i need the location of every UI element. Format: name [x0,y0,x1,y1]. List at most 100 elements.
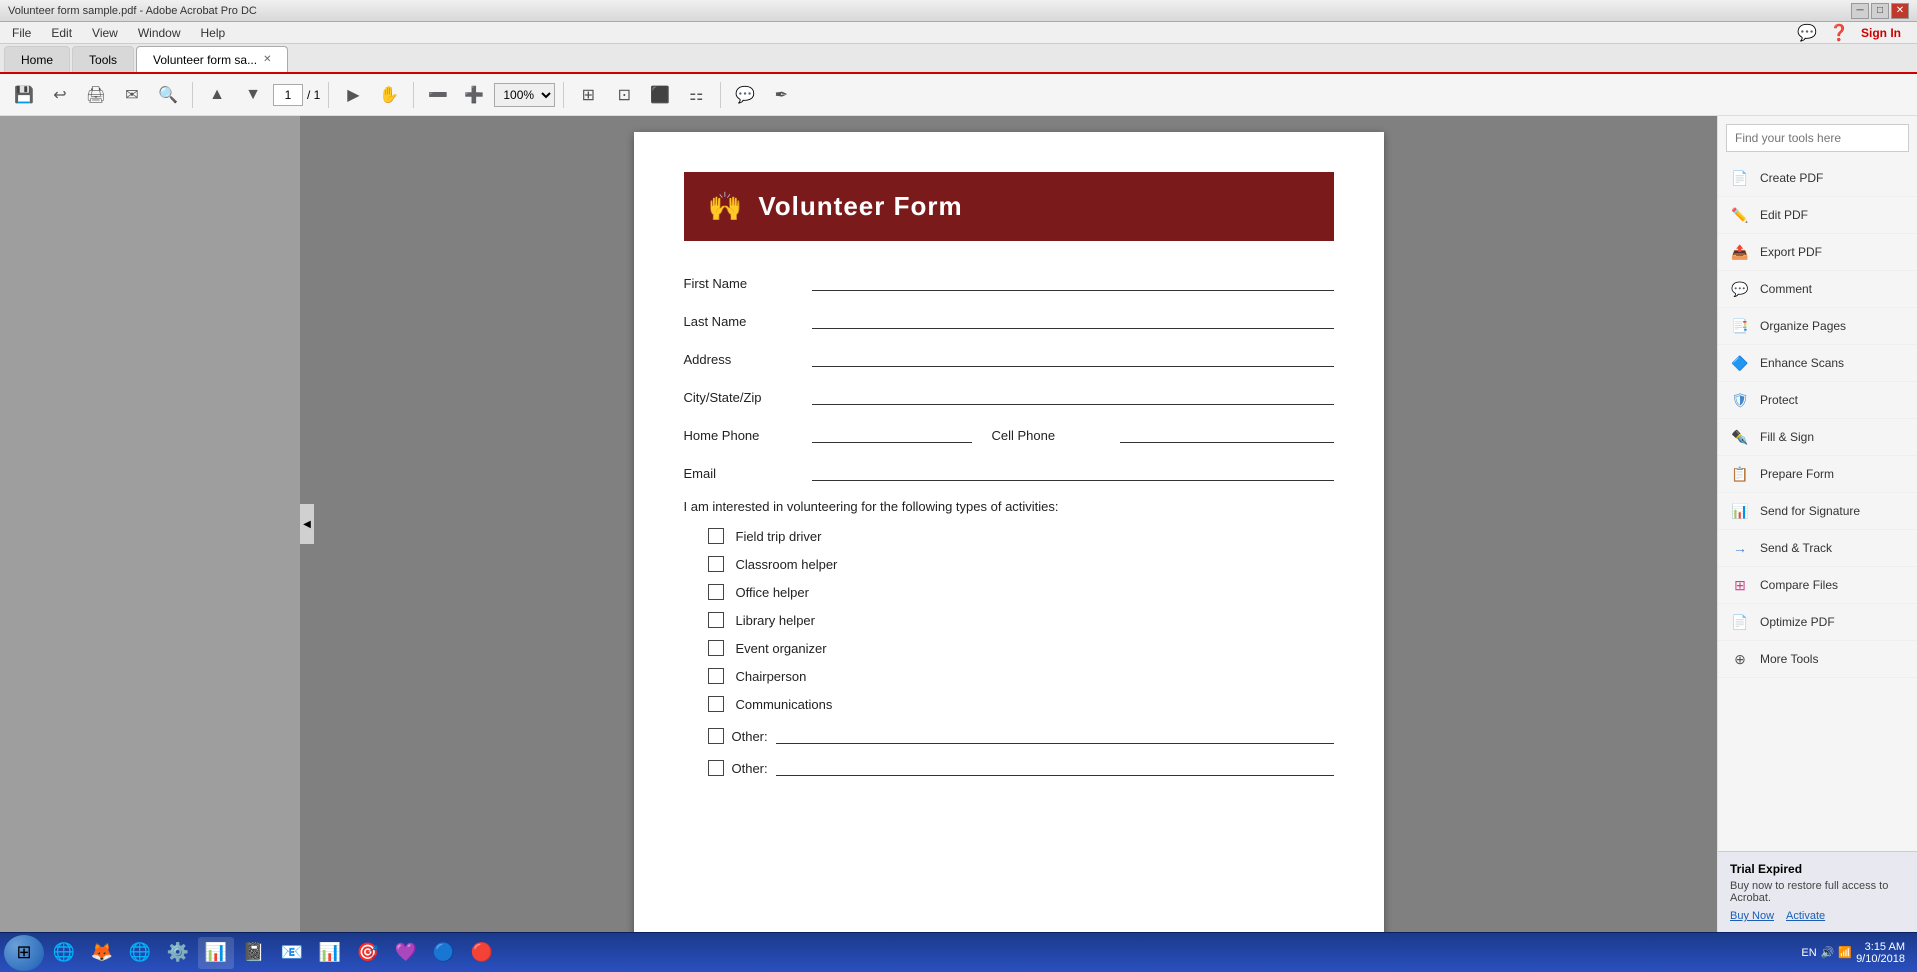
taskbar-ie[interactable]: 🌐 [46,937,82,969]
search-button[interactable]: 🔍 [152,79,184,111]
checkbox-library-helper-label: Library helper [736,613,816,628]
tab-document[interactable]: Volunteer form sa... ✕ [136,46,288,72]
fill-sign-icon: ✒️ [1730,427,1750,447]
tool-comment[interactable]: 💬 Comment [1718,271,1917,308]
address-field[interactable] [812,347,1334,367]
tool-export-pdf[interactable]: 📤 Export PDF [1718,234,1917,271]
taskbar-app6[interactable]: 🔵 [426,937,462,969]
taskbar-excel[interactable]: 📊 [198,937,234,969]
rotate-button[interactable]: ⬛ [644,79,676,111]
minimize-button[interactable]: ─ [1851,3,1869,19]
undo-button[interactable]: ↩ [44,79,76,111]
activate-link[interactable]: Activate [1786,910,1825,922]
taskbar-visio[interactable]: 💜 [388,937,424,969]
menu-help[interactable]: Help [193,24,234,42]
menu-view[interactable]: View [84,24,126,42]
pen-tool[interactable]: ✒ [765,79,797,111]
first-name-field[interactable] [812,271,1334,291]
next-page-button[interactable]: ▼ [237,79,269,111]
taskbar-onenote[interactable]: 📓 [236,937,272,969]
pdf-page: 🙌 Volunteer Form First Name Last Name Ad… [634,132,1384,932]
tool-protect-label: Protect [1760,393,1798,407]
checkbox-chairperson-box[interactable] [708,668,724,684]
taskbar-outlook[interactable]: 📧 [274,937,310,969]
sign-in-button[interactable]: Sign In [1861,26,1901,40]
save-button[interactable]: 💾 [8,79,40,111]
phone-row: Home Phone Cell Phone [684,423,1334,443]
email-field[interactable] [812,461,1334,481]
tool-enhance-scans[interactable]: 🔷 Enhance Scans [1718,345,1917,382]
home-phone-field[interactable] [812,423,972,443]
zoom-select[interactable]: 100% 75% 125% 150% [494,83,555,107]
right-panel: 📄 Create PDF ✏️ Edit PDF 📤 Export PDF 💬 … [1717,116,1917,932]
hand-tool[interactable]: ✋ [373,79,405,111]
tool-create-pdf-label: Create PDF [1760,171,1823,185]
checkbox-library-helper-box[interactable] [708,612,724,628]
menu-file[interactable]: File [4,24,39,42]
select-tool[interactable]: ▶ [337,79,369,111]
chat-icon[interactable]: 💬 [1797,23,1817,43]
menu-edit[interactable]: Edit [43,24,80,42]
trial-banner-title: Trial Expired [1730,862,1905,876]
checkbox-classroom-helper-box[interactable] [708,556,724,572]
help-icon[interactable]: ❓ [1829,23,1849,43]
prev-page-button[interactable]: ▲ [201,79,233,111]
fit-page-button[interactable]: ⊞ [572,79,604,111]
taskbar-settings[interactable]: ⚙️ [160,937,196,969]
checkbox-field-trip-driver-box[interactable] [708,528,724,544]
tool-prepare-form-label: Prepare Form [1760,467,1834,481]
last-name-field[interactable] [812,309,1334,329]
tool-send-signature[interactable]: 📊 Send for Signature [1718,493,1917,530]
tab-tools[interactable]: Tools [72,46,134,72]
close-button[interactable]: ✕ [1891,3,1909,19]
tab-close-icon[interactable]: ✕ [263,54,271,65]
comment-tool[interactable]: 💬 [729,79,761,111]
checkbox-office-helper-box[interactable] [708,584,724,600]
page-number-input[interactable] [273,84,303,106]
other-1-field[interactable] [776,724,1334,744]
tray-network: 📶 [1838,946,1852,959]
tools-search-input[interactable] [1726,124,1909,152]
tool-optimize-pdf[interactable]: 📄 Optimize PDF [1718,604,1917,641]
more-button[interactable]: ⚏ [680,79,712,111]
tool-create-pdf[interactable]: 📄 Create PDF [1718,160,1917,197]
checkbox-other-2-box[interactable] [708,760,724,776]
address-label: Address [684,352,804,367]
print-button[interactable]: 🖨 [80,79,112,111]
tool-more-tools[interactable]: ⊕ More Tools [1718,641,1917,678]
cell-phone-field[interactable] [1120,423,1334,443]
start-button[interactable]: ⊞ [4,935,44,971]
left-panel-toggle[interactable]: ◀ [300,504,314,544]
city-state-zip-field[interactable] [812,385,1334,405]
tool-send-track[interactable]: → Send & Track [1718,530,1917,567]
checkbox-other-1-box[interactable] [708,728,724,744]
checkbox-event-organizer-box[interactable] [708,640,724,656]
taskbar-powerpoint[interactable]: 📊 [312,937,348,969]
trial-banner: Trial Expired Buy now to restore full ac… [1718,851,1917,932]
taskbar-app5[interactable]: 🎯 [350,937,386,969]
tool-organize-pages[interactable]: 📑 Organize Pages [1718,308,1917,345]
tools-list: 📄 Create PDF ✏️ Edit PDF 📤 Export PDF 💬 … [1718,160,1917,851]
tool-edit-pdf[interactable]: ✏️ Edit PDF [1718,197,1917,234]
city-state-zip-row: City/State/Zip [684,385,1334,405]
maximize-button[interactable]: □ [1871,3,1889,19]
fit-width-button[interactable]: ⊡ [608,79,640,111]
email-button[interactable]: ✉ [116,79,148,111]
other-2-field[interactable] [776,756,1334,776]
tab-home[interactable]: Home [4,46,70,72]
tool-protect[interactable]: 🛡 Protect [1718,382,1917,419]
zoom-in-button[interactable]: ➕ [458,79,490,111]
tool-prepare-form[interactable]: 📋 Prepare Form [1718,456,1917,493]
taskbar-chrome[interactable]: 🌐 [122,937,158,969]
create-pdf-icon: 📄 [1730,168,1750,188]
taskbar-time: 3:15 AM 9/10/2018 [1856,941,1905,965]
checkbox-communications-box[interactable] [708,696,724,712]
tool-compare-files[interactable]: ⊞ Compare Files [1718,567,1917,604]
taskbar-firefox[interactable]: 🦊 [84,937,120,969]
taskbar-acrobat[interactable]: 🔴 [464,937,500,969]
tab-bar: Home Tools Volunteer form sa... ✕ [0,44,1917,74]
zoom-out-button[interactable]: ➖ [422,79,454,111]
tool-fill-sign[interactable]: ✒️ Fill & Sign [1718,419,1917,456]
buy-now-link[interactable]: Buy Now [1730,910,1774,922]
menu-window[interactable]: Window [130,24,189,42]
